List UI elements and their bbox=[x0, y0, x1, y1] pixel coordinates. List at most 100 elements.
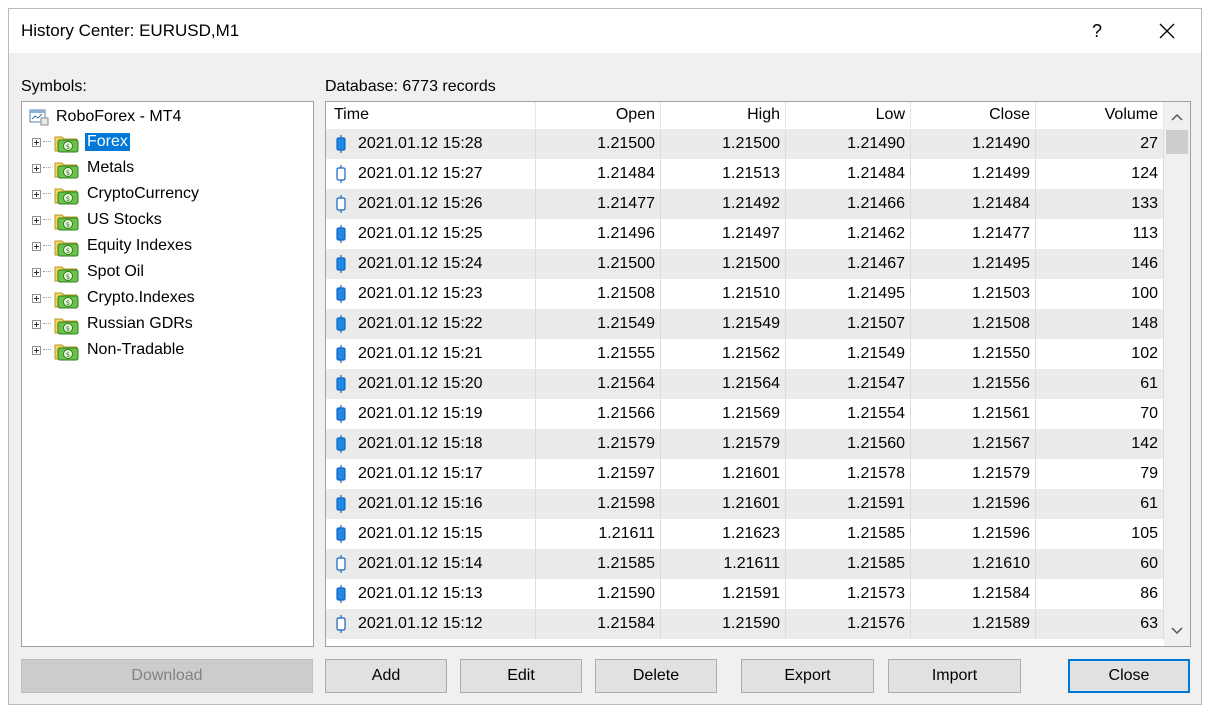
candle-filled-icon bbox=[336, 375, 346, 393]
tree-connector bbox=[43, 219, 51, 221]
candle-hollow-icon bbox=[336, 195, 346, 213]
table-row[interactable]: 2021.01.12 15:16 1.21598 1.21601 1.21591 1.2… bbox=[326, 489, 1164, 519]
time-cell: 2021.01.12 15:13 bbox=[326, 579, 536, 609]
column-header-time[interactable]: Time bbox=[326, 102, 536, 128]
svg-text:$: $ bbox=[66, 143, 70, 151]
table-row[interactable]: 2021.01.12 15:15 1.21611 1.21623 1.21585 1.2… bbox=[326, 519, 1164, 549]
close-button[interactable]: Close bbox=[1068, 659, 1190, 693]
tree-item[interactable]: $ Russian GDRs bbox=[32, 312, 195, 336]
expand-icon[interactable] bbox=[32, 267, 41, 277]
open-cell: 1.21611 bbox=[536, 519, 661, 549]
symbol-folder-icon: $ bbox=[54, 214, 79, 231]
column-header-open[interactable]: Open bbox=[536, 102, 661, 128]
close-cell: 1.21499 bbox=[911, 159, 1036, 189]
tree-item[interactable]: $ Crypto.Indexes bbox=[32, 286, 197, 310]
tree-item[interactable]: $ Metals bbox=[32, 156, 136, 180]
expand-icon[interactable] bbox=[32, 163, 41, 173]
high-cell: 1.21513 bbox=[661, 159, 786, 189]
time-value: 2021.01.12 15:28 bbox=[358, 135, 483, 152]
time-cell: 2021.01.12 15:27 bbox=[326, 159, 536, 189]
high-cell: 1.21623 bbox=[661, 519, 786, 549]
candle-filled-icon bbox=[336, 135, 346, 153]
expand-icon[interactable] bbox=[32, 345, 41, 355]
table-row[interactable]: 2021.01.12 15:28 1.21500 1.21500 1.21490 1.2… bbox=[326, 129, 1164, 159]
close-cell: 1.21484 bbox=[911, 189, 1036, 219]
table-row[interactable]: 2021.01.12 15:25 1.21496 1.21497 1.21462 1.2… bbox=[326, 219, 1164, 249]
history-center-dialog: History Center: EURUSD,M1 ? Symbols: Dat… bbox=[8, 8, 1202, 705]
scroll-down-button[interactable] bbox=[1164, 620, 1190, 642]
high-cell: 1.21579 bbox=[661, 429, 786, 459]
table-row[interactable]: 2021.01.12 15:14 1.21585 1.21611 1.21585 1.2… bbox=[326, 549, 1164, 579]
column-header-high[interactable]: High bbox=[661, 102, 786, 128]
candle-filled-icon bbox=[336, 465, 346, 483]
tree-root[interactable]: RoboForex - MT4 bbox=[28, 106, 181, 128]
close-cell: 1.21596 bbox=[911, 519, 1036, 549]
tree-item[interactable]: $ US Stocks bbox=[32, 208, 164, 232]
high-cell: 1.21492 bbox=[661, 189, 786, 219]
column-header-low[interactable]: Low bbox=[786, 102, 911, 128]
download-button[interactable]: Download bbox=[21, 659, 313, 693]
high-cell: 1.21591 bbox=[661, 579, 786, 609]
tree-item[interactable]: $ Spot Oil bbox=[32, 260, 146, 284]
open-cell: 1.21549 bbox=[536, 309, 661, 339]
tree-item[interactable]: $ CryptoCurrency bbox=[32, 182, 201, 206]
expand-icon[interactable] bbox=[32, 293, 41, 303]
table-row[interactable]: 2021.01.12 15:21 1.21555 1.21562 1.21549 1.2… bbox=[326, 339, 1164, 369]
table-row[interactable]: 2021.01.12 15:20 1.21564 1.21564 1.21547 1.2… bbox=[326, 369, 1164, 399]
tree-connector bbox=[43, 349, 51, 351]
high-cell: 1.21497 bbox=[661, 219, 786, 249]
low-cell: 1.21591 bbox=[786, 489, 911, 519]
high-cell: 1.21611 bbox=[661, 549, 786, 579]
title-bar: History Center: EURUSD,M1 ? bbox=[9, 9, 1201, 53]
table-row[interactable]: 2021.01.12 15:17 1.21597 1.21601 1.21578 1.2… bbox=[326, 459, 1164, 489]
tree-connector bbox=[43, 323, 51, 325]
delete-button[interactable]: Delete bbox=[595, 659, 717, 693]
scroll-thumb[interactable] bbox=[1166, 130, 1188, 154]
table-row[interactable]: 2021.01.12 15:24 1.21500 1.21500 1.21467 1.2… bbox=[326, 249, 1164, 279]
open-cell: 1.21484 bbox=[536, 159, 661, 189]
scroll-up-button[interactable] bbox=[1164, 106, 1190, 128]
table-row[interactable]: 2021.01.12 15:23 1.21508 1.21510 1.21495 1.2… bbox=[326, 279, 1164, 309]
expand-icon[interactable] bbox=[32, 137, 41, 147]
tree-item[interactable]: $ Equity Indexes bbox=[32, 234, 194, 258]
expand-icon[interactable] bbox=[32, 189, 41, 199]
tree-item[interactable]: $ Forex bbox=[32, 130, 130, 154]
high-cell: 1.21510 bbox=[661, 279, 786, 309]
close-cell: 1.21556 bbox=[911, 369, 1036, 399]
expand-icon[interactable] bbox=[32, 241, 41, 251]
symbols-tree[interactable]: RoboForex - MT4 $ Forex $ Metals $ CryptoCurr… bbox=[21, 101, 314, 647]
expand-icon[interactable] bbox=[32, 319, 41, 329]
time-value: 2021.01.12 15:20 bbox=[358, 375, 483, 392]
table-row[interactable]: 2021.01.12 15:12 1.21584 1.21590 1.21576 1.2… bbox=[326, 609, 1164, 639]
table-row[interactable]: 2021.01.12 15:13 1.21590 1.21591 1.21573 1.2… bbox=[326, 579, 1164, 609]
candle-hollow-icon bbox=[336, 165, 346, 183]
svg-text:$: $ bbox=[66, 221, 70, 229]
close-window-button[interactable] bbox=[1145, 15, 1189, 47]
tree-item[interactable]: $ Non-Tradable bbox=[32, 338, 186, 362]
symbol-folder-icon: $ bbox=[54, 188, 79, 205]
export-button[interactable]: Export bbox=[741, 659, 874, 693]
table-row[interactable]: 2021.01.12 15:19 1.21566 1.21569 1.21554 1.2… bbox=[326, 399, 1164, 429]
column-header-volume[interactable]: Volume bbox=[1036, 102, 1164, 128]
svg-text:$: $ bbox=[66, 325, 70, 333]
add-button[interactable]: Add bbox=[325, 659, 447, 693]
import-button[interactable]: Import bbox=[888, 659, 1021, 693]
time-value: 2021.01.12 15:27 bbox=[358, 165, 483, 182]
open-cell: 1.21598 bbox=[536, 489, 661, 519]
edit-button[interactable]: Edit bbox=[460, 659, 582, 693]
time-value: 2021.01.12 15:17 bbox=[358, 465, 483, 482]
low-cell: 1.21467 bbox=[786, 249, 911, 279]
expand-icon[interactable] bbox=[32, 215, 41, 225]
volume-cell: 86 bbox=[1036, 579, 1164, 609]
vertical-scrollbar[interactable] bbox=[1164, 102, 1190, 646]
column-header-close[interactable]: Close bbox=[911, 102, 1036, 128]
table-row[interactable]: 2021.01.12 15:18 1.21579 1.21579 1.21560 1.2… bbox=[326, 429, 1164, 459]
svg-text:$: $ bbox=[66, 351, 70, 359]
help-button[interactable]: ? bbox=[1075, 15, 1119, 47]
volume-cell: 60 bbox=[1036, 549, 1164, 579]
table-row[interactable]: 2021.01.12 15:27 1.21484 1.21513 1.21484 1.2… bbox=[326, 159, 1164, 189]
close-cell: 1.21579 bbox=[911, 459, 1036, 489]
volume-cell: 100 bbox=[1036, 279, 1164, 309]
table-row[interactable]: 2021.01.12 15:26 1.21477 1.21492 1.21466 1.2… bbox=[326, 189, 1164, 219]
table-row[interactable]: 2021.01.12 15:22 1.21549 1.21549 1.21507 1.2… bbox=[326, 309, 1164, 339]
